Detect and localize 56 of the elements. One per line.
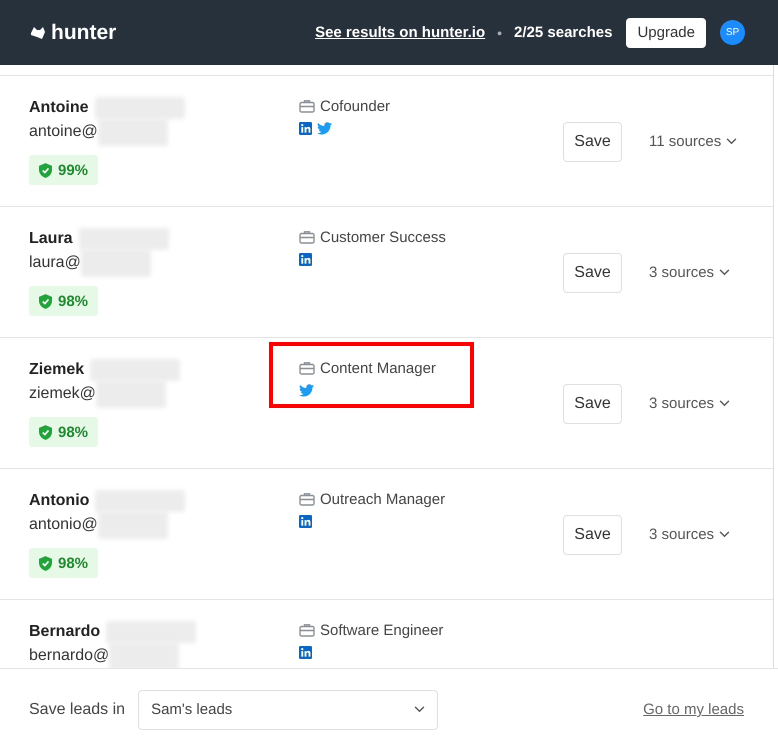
sources-dropdown[interactable]: 3 sources [649, 395, 730, 412]
save-button[interactable]: Save [563, 252, 622, 292]
job-title: Cofounder [320, 98, 390, 114]
lead-email: ziemek@ [29, 385, 96, 403]
upgrade-button[interactable]: Upgrade [626, 18, 706, 48]
sources-dropdown[interactable]: 3 sources [649, 264, 730, 281]
linkedin-icon[interactable] [299, 122, 312, 134]
fox-head-icon [30, 26, 46, 40]
confidence-badge: 98% [29, 286, 98, 316]
lead-email: antoine@ [29, 123, 98, 141]
shield-check-icon [39, 294, 52, 308]
lead-email: bernardo@ [29, 647, 110, 665]
shield-check-icon [39, 424, 52, 440]
go-to-leads-link[interactable]: Go to my leads [643, 701, 744, 718]
search-count: 2/25 searches [514, 24, 612, 41]
linkedin-icon[interactable] [299, 252, 312, 266]
lead-email: laura@ [29, 254, 81, 272]
chevron-down-icon [414, 706, 426, 713]
briefcase-icon [299, 361, 315, 375]
sources-dropdown[interactable]: 3 sources [649, 526, 730, 543]
save-button[interactable]: Save [563, 514, 622, 554]
lead-name: Laura [29, 230, 73, 248]
save-button[interactable]: Save [563, 384, 622, 424]
sources-dropdown[interactable]: 11 sources [649, 133, 738, 150]
chevron-down-icon [719, 269, 730, 276]
linkedin-icon[interactable] [299, 514, 312, 528]
briefcase-icon [299, 230, 315, 244]
see-results-link[interactable]: See results on hunter.io [315, 24, 486, 41]
confidence-badge: 98% [29, 417, 98, 447]
job-title: Customer Success [320, 228, 446, 246]
confidence-badge: 99% [29, 155, 98, 185]
separator-dot: • [497, 24, 502, 40]
job-title: Software Engineer [320, 622, 444, 638]
lead-name: Bernardo [29, 623, 100, 641]
briefcase-icon [299, 623, 315, 637]
lead-name: Antonio [29, 492, 90, 510]
lead-list-dropdown[interactable]: Sam's leads [138, 690, 438, 730]
job-title: Content Manager [320, 360, 436, 376]
lead-name: Antoine [29, 99, 89, 117]
logo-wordmark: hunter [51, 20, 116, 44]
bird-icon[interactable] [299, 384, 314, 396]
chevron-down-icon [726, 138, 738, 145]
bird-icon[interactable] [317, 122, 332, 134]
job-title: Outreach Manager [320, 490, 446, 508]
shield-check-icon [39, 162, 52, 178]
shield-check-icon [39, 556, 52, 570]
briefcase-icon [299, 99, 315, 113]
lead-email: antonio@ [29, 516, 98, 534]
lead-name: Ziemek [29, 361, 84, 379]
chevron-down-icon [719, 531, 730, 538]
linkedin-icon[interactable] [299, 646, 312, 658]
briefcase-icon [299, 492, 315, 506]
chevron-down-icon [719, 400, 730, 407]
save-leads-label: Save leads in [29, 700, 126, 718]
save-button[interactable]: Save [563, 122, 622, 162]
confidence-badge: 98% [29, 548, 98, 578]
